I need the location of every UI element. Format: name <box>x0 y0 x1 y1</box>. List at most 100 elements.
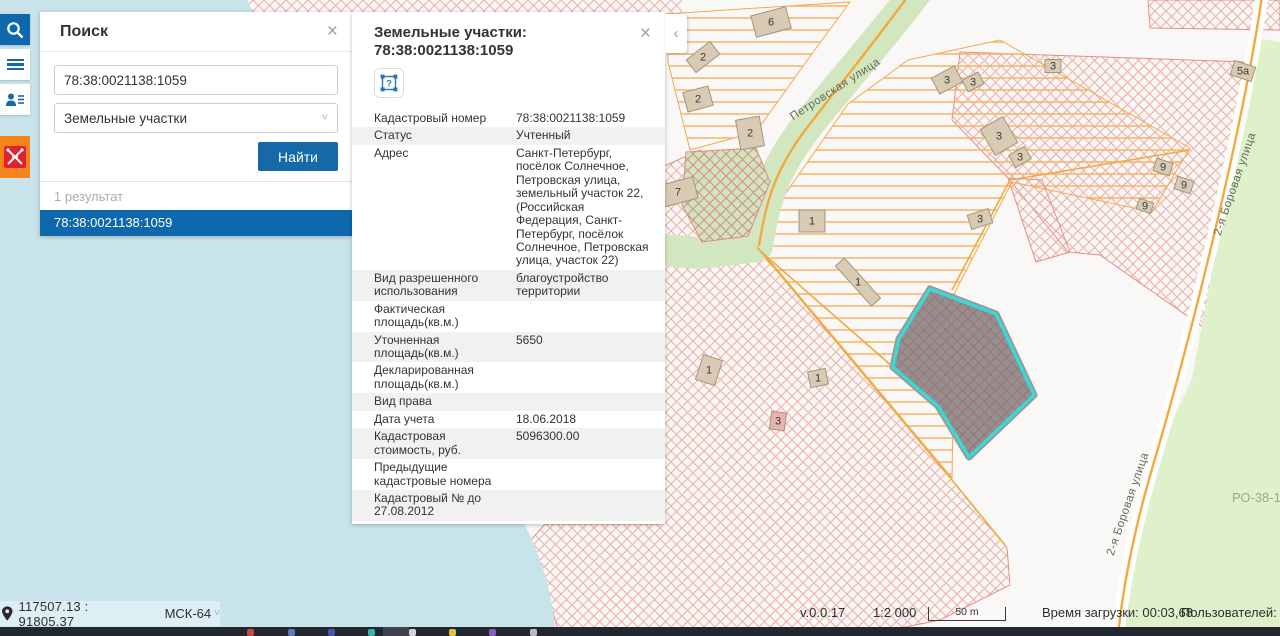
attribute-table: Кадастровый номер78:38:0021138:1059Стату… <box>352 106 665 524</box>
crs-value: МСК-64 <box>165 606 212 621</box>
taskbar-app-icon[interactable] <box>409 629 416 636</box>
taskbar-app-icon[interactable] <box>288 629 295 636</box>
building-label: 7 <box>675 187 681 199</box>
search-tool-button[interactable] <box>0 14 30 45</box>
map-scale: 1:2 000 <box>873 605 916 620</box>
chevron-down-icon: ˅ <box>322 112 328 124</box>
building-label: 2 <box>747 128 753 140</box>
attribute-label: Декларированная площадь(кв.м.) <box>374 364 516 391</box>
building-label: 5a <box>1237 66 1250 78</box>
os-taskbar[interactable] <box>0 627 1280 636</box>
attribute-value: Да <box>516 523 651 524</box>
building-label: 9 <box>1142 201 1148 213</box>
attribute-label: Статус <box>374 129 516 142</box>
attribute-row: Предыдущие кадастровые номера <box>352 459 665 490</box>
search-input[interactable] <box>54 65 338 95</box>
chevron-left-icon: ‹ <box>674 25 679 42</box>
cursor-coordinates: 117507.13 : 91805.37 <box>19 599 143 629</box>
attribute-label: Предыдущие кадастровые номера <box>374 461 516 488</box>
taskbar-app-icon[interactable] <box>247 629 254 636</box>
attribute-row: Вид права <box>352 393 665 410</box>
attribute-label: Уточненная площадь(кв.м.) <box>374 334 516 361</box>
users-online: Пользователей: 6584 <box>1181 605 1280 620</box>
attribute-row: Уточненная площадь(кв.м.)5650 <box>352 332 665 363</box>
attribute-value: 18.06.2018 <box>516 413 651 426</box>
left-toolbar <box>0 14 30 182</box>
app-version: v.0.0.17 <box>800 605 845 620</box>
building-label: 3 <box>970 77 976 89</box>
search-panel-title: Поиск <box>60 23 108 41</box>
search-category-select[interactable]: Земельные участки ˅ <box>54 103 338 133</box>
attribute-row: СтатусУчтенный <box>352 127 665 144</box>
attribute-label: Вид разрешенного использования <box>374 272 516 299</box>
find-button[interactable]: Найти <box>258 142 338 171</box>
attribute-row: Есть кадастровая съёмка?Да <box>352 521 665 524</box>
attribute-label: Кадастровый номер <box>374 112 516 125</box>
building-label: 6 <box>768 17 774 29</box>
search-close-icon[interactable]: × <box>327 22 338 41</box>
attribute-value: 78:38:0021138:1059 <box>516 112 651 125</box>
attribute-value: 5096300.00 <box>516 430 651 457</box>
attribute-label: Фактическая площадь(кв.м.) <box>374 303 516 330</box>
taskbar-app-icon[interactable] <box>530 629 537 636</box>
svg-text:?: ? <box>386 79 392 90</box>
building-label: 3 <box>977 214 983 226</box>
attribute-label: Дата учета <box>374 413 516 426</box>
attribute-row: Кадастровый номер78:38:0021138:1059 <box>352 110 665 127</box>
search-category-value: Земельные участки <box>64 111 187 126</box>
search-panel: Поиск × Земельные участки ˅ Найти 1 резу… <box>40 12 352 236</box>
building-label: 3 <box>1050 61 1056 73</box>
polygon-question-icon: ? <box>379 73 399 93</box>
search-icon <box>4 19 26 41</box>
collapse-panel-tab[interactable]: ‹ <box>665 14 687 53</box>
building-label: 1 <box>706 365 712 377</box>
attribute-label: Кадастровая стоимость, руб. <box>374 430 516 457</box>
attribute-row: Дата учета18.06.2018 <box>352 411 665 428</box>
building-label: 2 <box>695 94 701 106</box>
location-pin-icon <box>2 606 13 621</box>
attribute-value <box>516 364 651 391</box>
building-label: 1 <box>855 277 861 289</box>
rgis-logo-button[interactable] <box>0 136 30 178</box>
attribute-value <box>516 461 651 488</box>
menu-button[interactable] <box>0 49 30 80</box>
result-item[interactable]: 78:38:0021138:1059 <box>40 210 352 236</box>
load-time: Время загрузки: 00:03,68 <box>1042 605 1193 620</box>
attribute-row: Фактическая площадь(кв.м.) <box>352 301 665 332</box>
taskbar-active-slot <box>383 627 409 636</box>
chevron-down-icon: ˅ <box>214 608 220 619</box>
taskbar-app-icon[interactable] <box>328 629 335 636</box>
details-panel-title: Земельные участки: 78:38:0021138:1059 <box>374 24 640 60</box>
attribute-row: Декларированная площадь(кв.м.) <box>352 362 665 393</box>
attribute-value: 5650 <box>516 334 651 361</box>
attribute-label: Есть кадастровая съёмка? <box>374 523 516 524</box>
crs-selector[interactable]: МСК-64 ˅ <box>165 606 220 621</box>
attribute-row: Кадастровая стоимость, руб.5096300.00 <box>352 428 665 459</box>
building-label: 1 <box>815 373 821 385</box>
attribute-value <box>516 492 651 519</box>
results-count: 1 результат <box>40 182 352 210</box>
building-label: 3 <box>996 131 1002 143</box>
attribute-value <box>516 303 651 330</box>
taskbar-app-icon[interactable] <box>368 629 375 636</box>
building-label: 9 <box>1181 180 1187 192</box>
status-bar: 117507.13 : 91805.37 МСК-64 ˅ v.0.0.17 1… <box>0 601 1280 626</box>
attribute-row: Кадастровый № до 27.08.2012 <box>352 490 665 521</box>
details-panel: Земельные участки: 78:38:0021138:1059 × … <box>352 12 665 524</box>
building-label: 2 <box>700 52 706 64</box>
attribute-row: АдресСанкт-Петербург, посёлок Солнечное,… <box>352 145 665 270</box>
area-label: РО-38-124 <box>1232 490 1280 505</box>
attribute-label: Адрес <box>374 147 516 268</box>
attribute-value: благоустройство территории <box>516 272 651 299</box>
app-root: 62227113335a339939113 Петровская улица2-… <box>0 0 1280 636</box>
attribute-label: Вид права <box>374 395 516 408</box>
attribute-value: Санкт-Петербург, посёлок Солнечное, Петр… <box>516 147 651 268</box>
building-label: 3 <box>775 416 781 428</box>
user-list-button[interactable] <box>0 84 30 115</box>
details-close-icon[interactable]: × <box>640 24 651 43</box>
hamburger-icon <box>7 56 24 72</box>
building-label: 9 <box>1160 162 1166 174</box>
taskbar-app-icon[interactable] <box>449 629 456 636</box>
identify-geometry-button[interactable]: ? <box>374 68 404 98</box>
taskbar-app-icon[interactable] <box>489 629 496 636</box>
